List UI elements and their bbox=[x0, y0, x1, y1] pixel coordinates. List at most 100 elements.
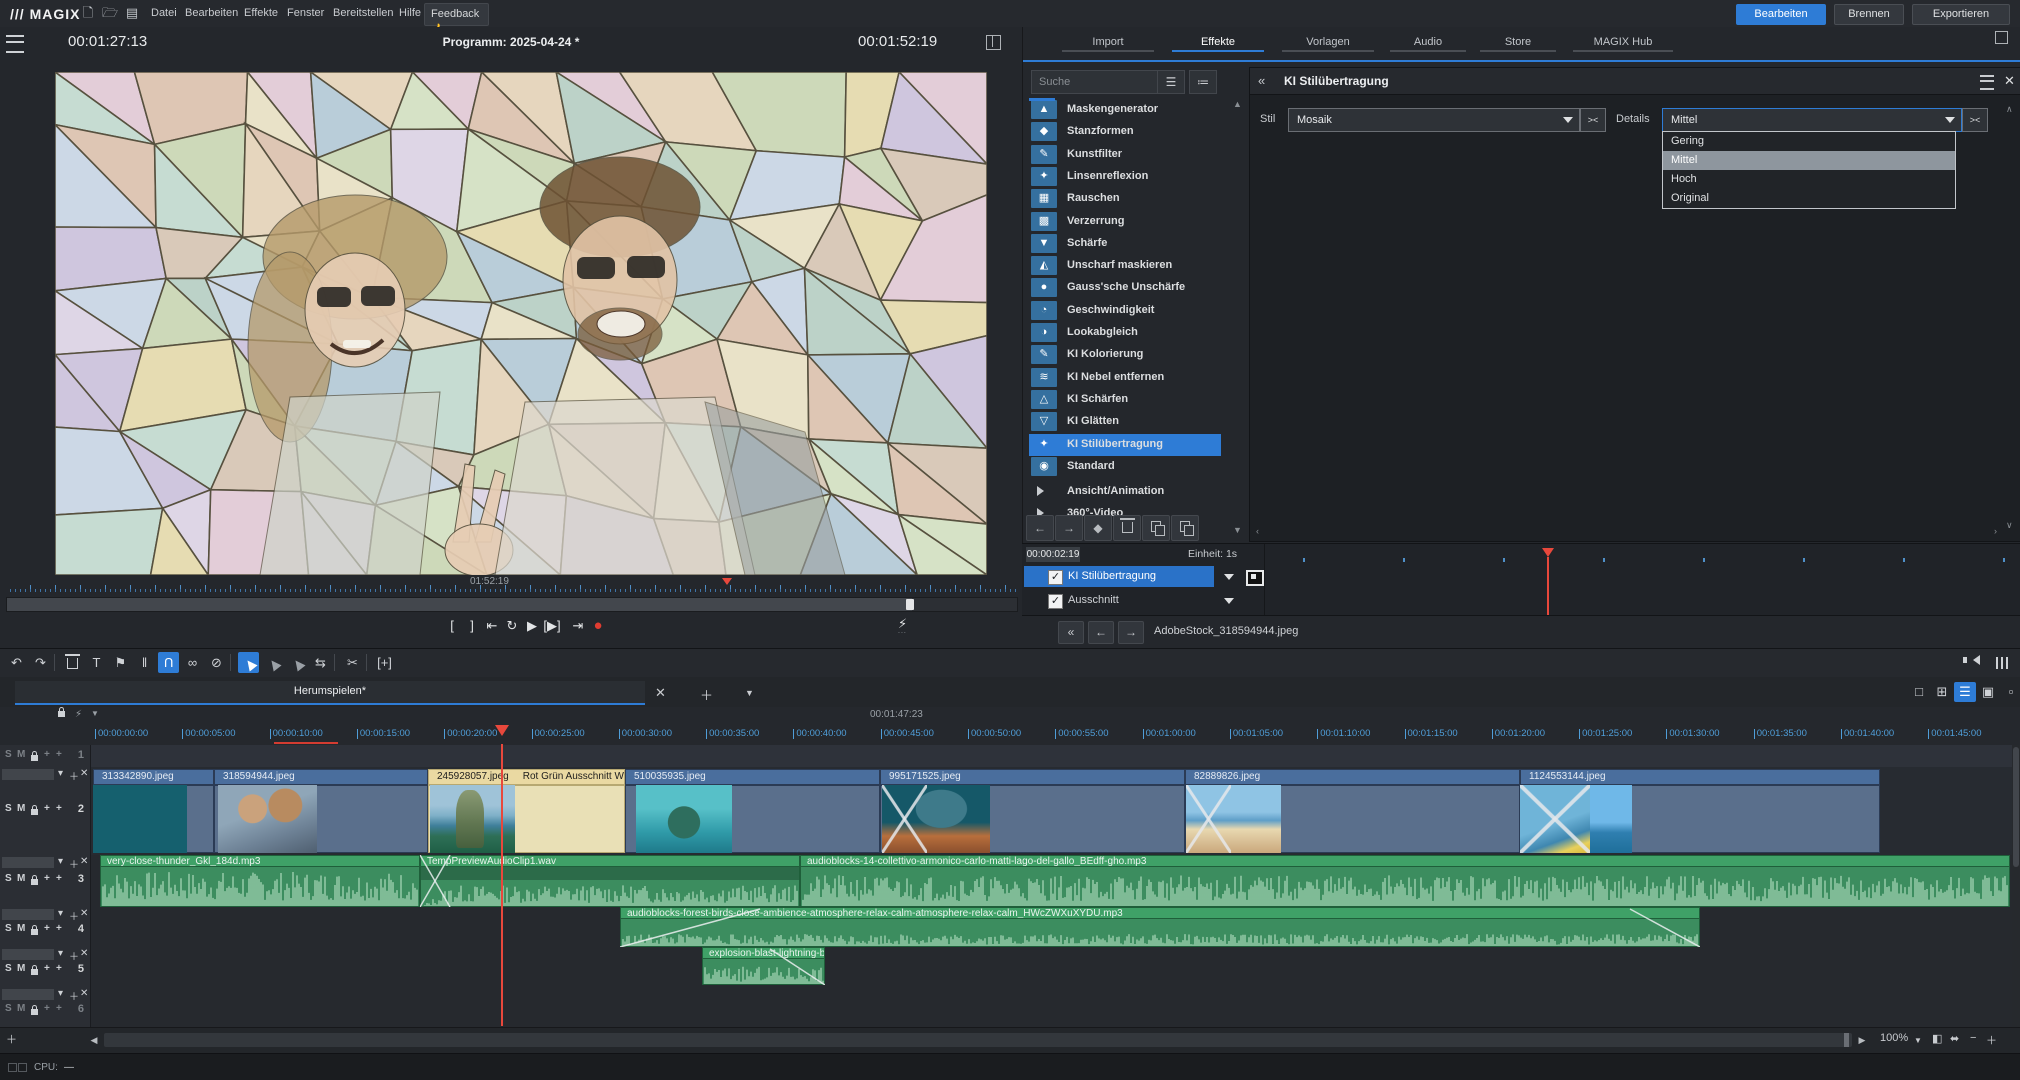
effect-item-verzerrung[interactable]: ▩Verzerrung bbox=[1029, 211, 1221, 233]
checkbox[interactable]: ✓ bbox=[1048, 570, 1063, 585]
mouse-mode-single-icon[interactable] bbox=[262, 652, 283, 673]
play-button[interactable]: ▶ bbox=[523, 616, 541, 636]
details-dropdown[interactable]: Mittel bbox=[1662, 108, 1962, 132]
scroll-left-icon[interactable]: ◀ bbox=[88, 1033, 100, 1047]
details-option-mittel[interactable]: Mittel bbox=[1663, 151, 1955, 170]
tab-vorlagen[interactable]: Vorlagen bbox=[1273, 30, 1383, 54]
menu-hilfe[interactable]: Hilfe bbox=[395, 0, 425, 27]
track-fx-icon[interactable]: + bbox=[44, 749, 50, 760]
timeline-playhead-marker[interactable] bbox=[495, 725, 509, 743]
track-add-icon[interactable]: ＋ bbox=[69, 856, 79, 871]
track-minimize-icon[interactable]: ▾ bbox=[58, 908, 63, 919]
effect-item-stanzformen[interactable]: ◆Stanzformen bbox=[1029, 121, 1221, 143]
solo-button[interactable]: S bbox=[5, 963, 12, 974]
title-icon[interactable]: T bbox=[86, 652, 107, 673]
speaker-icon[interactable] bbox=[1968, 655, 1980, 668]
solo-button[interactable]: S bbox=[5, 749, 12, 760]
track-delete-icon[interactable]: ✕ bbox=[80, 908, 88, 919]
tab-import[interactable]: Import bbox=[1053, 30, 1163, 54]
view-single-button[interactable]: ▫ bbox=[2000, 682, 2020, 702]
loop-button[interactable]: ↻ bbox=[503, 616, 521, 636]
add-track-icon[interactable]: ＋ bbox=[6, 1031, 17, 1047]
view-grid-button[interactable]: ⊞ bbox=[1931, 682, 1953, 702]
save-icon[interactable]: ▤ bbox=[124, 5, 140, 21]
effect-item-rauschen[interactable]: ▦Rauschen bbox=[1029, 188, 1221, 210]
mode-button-brennen[interactable]: Brennen bbox=[1834, 4, 1904, 25]
tab-magix-hub[interactable]: MAGIX Hub bbox=[1563, 30, 1683, 54]
stil-dropdown[interactable]: Mosaik bbox=[1288, 108, 1580, 132]
kf-delete-button[interactable] bbox=[1113, 515, 1141, 541]
kf-next-button[interactable]: → bbox=[1055, 515, 1083, 541]
add-tab-icon[interactable]: ＋ bbox=[700, 685, 713, 704]
record-button[interactable]: ● bbox=[589, 616, 607, 636]
zoom-range-icon[interactable]: [+] bbox=[374, 652, 395, 673]
track-lock-icon[interactable] bbox=[31, 809, 38, 815]
track-add-icon[interactable]: ＋ bbox=[69, 988, 79, 1003]
tab-herumspielen[interactable]: Herumspielen* bbox=[15, 681, 645, 705]
track-6-content[interactable] bbox=[90, 987, 2012, 1027]
display-mode-icon[interactable] bbox=[986, 35, 1001, 50]
video-clip-510035935-jpeg[interactable]: 510035935.jpeg bbox=[625, 769, 880, 853]
details-option-original[interactable]: Original bbox=[1663, 189, 1955, 208]
track-name-box[interactable] bbox=[2, 989, 54, 1000]
track-add-icon[interactable]: ＋ bbox=[69, 768, 79, 783]
param-scroll-up-icon[interactable]: ∧ bbox=[2006, 104, 2013, 115]
preview-render-icon[interactable]: ⚡... bbox=[898, 616, 907, 635]
solo-button[interactable]: S bbox=[5, 873, 12, 884]
jump-end-button[interactable]: ⇥ bbox=[569, 616, 587, 636]
mute-button[interactable]: M bbox=[17, 873, 25, 884]
kf-paste-button[interactable] bbox=[1171, 515, 1199, 541]
lightning-icon[interactable]: ⚡ bbox=[75, 709, 82, 720]
panel-window-icon[interactable] bbox=[1995, 31, 2008, 44]
mode-button-bearbeiten[interactable]: Bearbeiten bbox=[1736, 4, 1826, 25]
effect-item-standard[interactable]: ◉Standard bbox=[1029, 456, 1221, 478]
effect-item-ki-gl-tten[interactable]: ▽KI Glätten bbox=[1029, 411, 1221, 433]
effect-menu-icon[interactable] bbox=[1980, 75, 1994, 90]
solo-button[interactable]: S bbox=[5, 803, 12, 814]
search-input[interactable]: Suche bbox=[1031, 70, 1158, 94]
track-name-box[interactable] bbox=[2, 949, 54, 960]
keyframe-ruler[interactable] bbox=[1264, 544, 2020, 616]
view-timeline-button[interactable]: ☰ bbox=[1954, 682, 1976, 702]
video-clip-313342890-jpeg[interactable]: 313342890.jpeg bbox=[93, 769, 214, 853]
track-fx-icon[interactable]: + bbox=[44, 803, 50, 814]
effect-group-ansicht-animation[interactable]: Ansicht/Animation bbox=[1029, 481, 1221, 503]
lock-icon[interactable] bbox=[58, 709, 65, 720]
audio-clip-audioblocks-forest-birds[interactable]: audioblocks-forest-birds-close-ambience-… bbox=[620, 907, 1700, 947]
track-5-content[interactable] bbox=[90, 947, 2012, 987]
track-minimize-icon[interactable]: ▾ bbox=[58, 856, 63, 867]
menu-bearbeiten[interactable]: Bearbeiten bbox=[181, 0, 242, 27]
range-in-button[interactable]: [ bbox=[443, 616, 461, 636]
track-lock-icon[interactable] bbox=[31, 1009, 38, 1015]
zoom-out-icon[interactable]: − bbox=[1970, 1032, 1976, 1044]
previous-object-icon[interactable]: ← bbox=[1088, 621, 1114, 644]
effect-item-ki-nebel-entfernen[interactable]: ≋KI Nebel entfernen bbox=[1029, 367, 1221, 389]
horizontal-scrollbar[interactable] bbox=[104, 1033, 1852, 1047]
timeline-playhead-line[interactable] bbox=[501, 744, 503, 1026]
jump-start-button[interactable]: ⇤ bbox=[483, 616, 501, 636]
details-option-gering[interactable]: Gering bbox=[1663, 132, 1955, 151]
effect-item-sch-rfe[interactable]: ▼Schärfe bbox=[1029, 233, 1221, 255]
mouse-mode-icon[interactable] bbox=[238, 652, 259, 673]
track-lock-icon[interactable] bbox=[31, 879, 38, 885]
stil-keyframe-toggle[interactable]: >< bbox=[1580, 108, 1606, 132]
track-lock-icon[interactable] bbox=[31, 755, 38, 761]
solo-button[interactable]: S bbox=[5, 923, 12, 934]
track-minimize-icon[interactable]: ▾ bbox=[58, 988, 63, 999]
zoom-fit-icon[interactable]: ⬌ bbox=[1950, 1032, 1959, 1045]
delete-icon[interactable] bbox=[62, 652, 83, 673]
mute-button[interactable]: M bbox=[17, 923, 25, 934]
effects-scroll-up-icon[interactable]: ▲ bbox=[1233, 99, 1242, 109]
mouse-mode-all-icon[interactable] bbox=[286, 652, 307, 673]
tab-store[interactable]: Store bbox=[1473, 30, 1563, 54]
details-option-hoch[interactable]: Hoch bbox=[1663, 170, 1955, 189]
video-clip-82889826-jpeg[interactable]: 82889826.jpeg bbox=[1185, 769, 1520, 853]
view-monitor-button[interactable]: □ bbox=[1908, 682, 1930, 702]
track-minimize-icon[interactable]: ▾ bbox=[58, 768, 63, 779]
kf-previous-button[interactable]: ← bbox=[1026, 515, 1054, 541]
mute-button[interactable]: M bbox=[17, 749, 25, 760]
preview-scrollbar[interactable] bbox=[6, 597, 1018, 612]
stretch-mode-icon[interactable]: ⇆ bbox=[310, 652, 331, 673]
menu-fenster[interactable]: Fenster bbox=[283, 0, 328, 27]
mute-button[interactable]: M bbox=[17, 1003, 25, 1014]
